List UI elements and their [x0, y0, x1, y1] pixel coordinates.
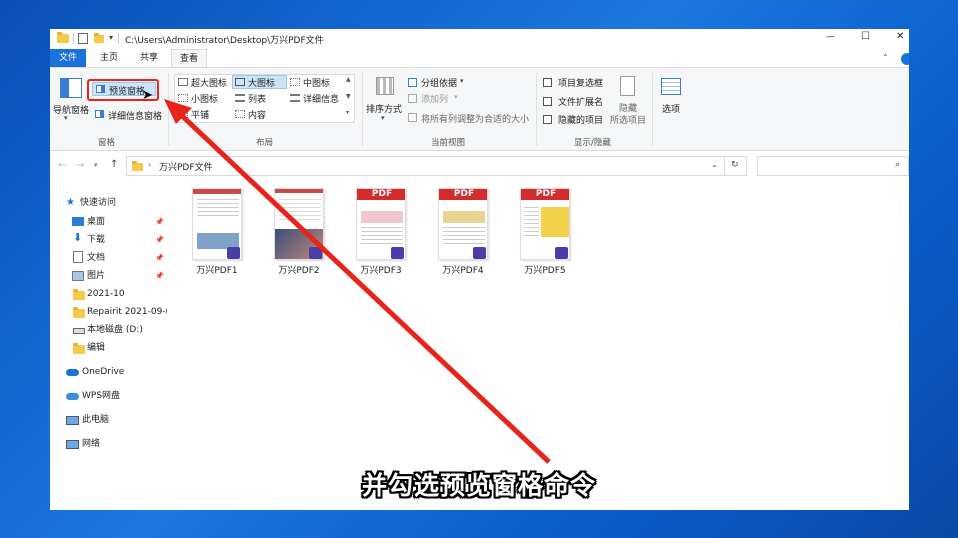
baidu-watermark-logo: Bai du 经验 [736, 462, 866, 487]
baidu-watermark-url: jingyan.baidu.com [738, 490, 840, 503]
arrow-shaft [176, 110, 551, 464]
